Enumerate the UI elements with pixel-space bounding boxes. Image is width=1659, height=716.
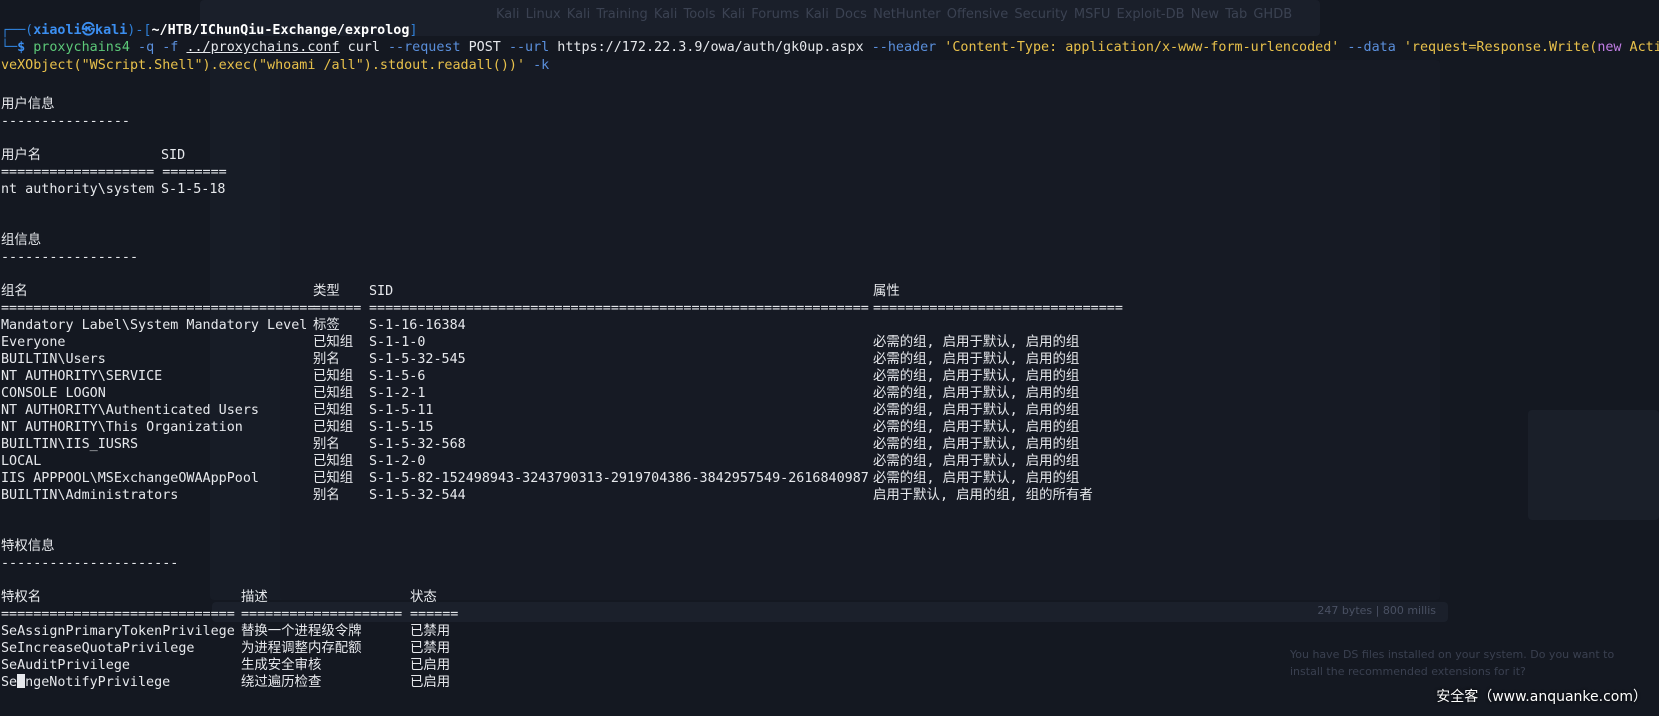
command-line-wrap: veXObject("WScript.Shell").exec("whoami … bbox=[1, 58, 550, 73]
group-sep-attr: =============================== bbox=[873, 301, 1123, 316]
priv-sep-name: ============================= bbox=[1, 607, 235, 622]
user-name-value: nt authority\system bbox=[1, 182, 155, 197]
group-sep-type: ====== bbox=[313, 301, 362, 316]
command-line: └─$ proxychains4 -q -f ../proxychains.co… bbox=[1, 40, 1659, 55]
priv-col-name: 特权名 bbox=[1, 590, 42, 605]
priv-col-state: 状态 bbox=[410, 590, 437, 605]
group-col-type: 类型 bbox=[313, 284, 340, 299]
priv-sep-desc: ==================== bbox=[241, 607, 403, 622]
background-side-panel bbox=[1528, 410, 1659, 520]
proxychains-conf-path: ../proxychains.conf bbox=[186, 40, 340, 55]
group-col-attr: 属性 bbox=[873, 284, 900, 299]
site-watermark: 安全客（www.anquanke.com） bbox=[1436, 689, 1647, 705]
priv-col-desc: 描述 bbox=[241, 590, 268, 605]
command-url: https://172.22.3.9/owa/auth/gk0up.aspx bbox=[549, 40, 872, 55]
background-notice: You have DS files installed on your syst… bbox=[1290, 648, 1615, 678]
priv-info-rule: ---------------------- bbox=[1, 556, 179, 571]
prompt-user: xiaoli㉿kali bbox=[33, 23, 128, 38]
group-col-sid: SID bbox=[369, 284, 394, 299]
user-col-name: 用户名 bbox=[1, 148, 42, 163]
prompt-path: ~/HTB/IChunQiu-Exchange/exprolog bbox=[151, 23, 410, 38]
text-cursor bbox=[17, 674, 26, 688]
priv-sep-state: ====== bbox=[410, 607, 459, 622]
command-exe: proxychains4 bbox=[33, 40, 130, 55]
user-col-sid: SID bbox=[161, 148, 186, 163]
background-response-size: 247 bytes | 800 millis bbox=[1317, 604, 1436, 617]
background-tabs: Kali Linux Kali Training Kali Tools Kali… bbox=[496, 7, 1293, 22]
group-sep-sid: ========================================… bbox=[369, 301, 869, 316]
priv-info-heading: 特权信息 bbox=[1, 539, 55, 554]
user-info-rule: ---------------- bbox=[1, 114, 130, 129]
group-info-rule: ----------------- bbox=[1, 250, 139, 265]
group-info-heading: 组信息 bbox=[1, 233, 42, 248]
user-sid-value: S-1-5-18 bbox=[161, 182, 226, 197]
user-table-separator: =================== ======== bbox=[1, 165, 227, 180]
group-col-name: 组名 bbox=[1, 284, 28, 299]
prompt-line: ┌──(xiaoli㉿kali)-[~/HTB/IChunQiu-Exchang… bbox=[1, 23, 418, 38]
group-sep-name: ======================================= bbox=[1, 301, 316, 316]
user-info-heading: 用户信息 bbox=[1, 97, 55, 112]
